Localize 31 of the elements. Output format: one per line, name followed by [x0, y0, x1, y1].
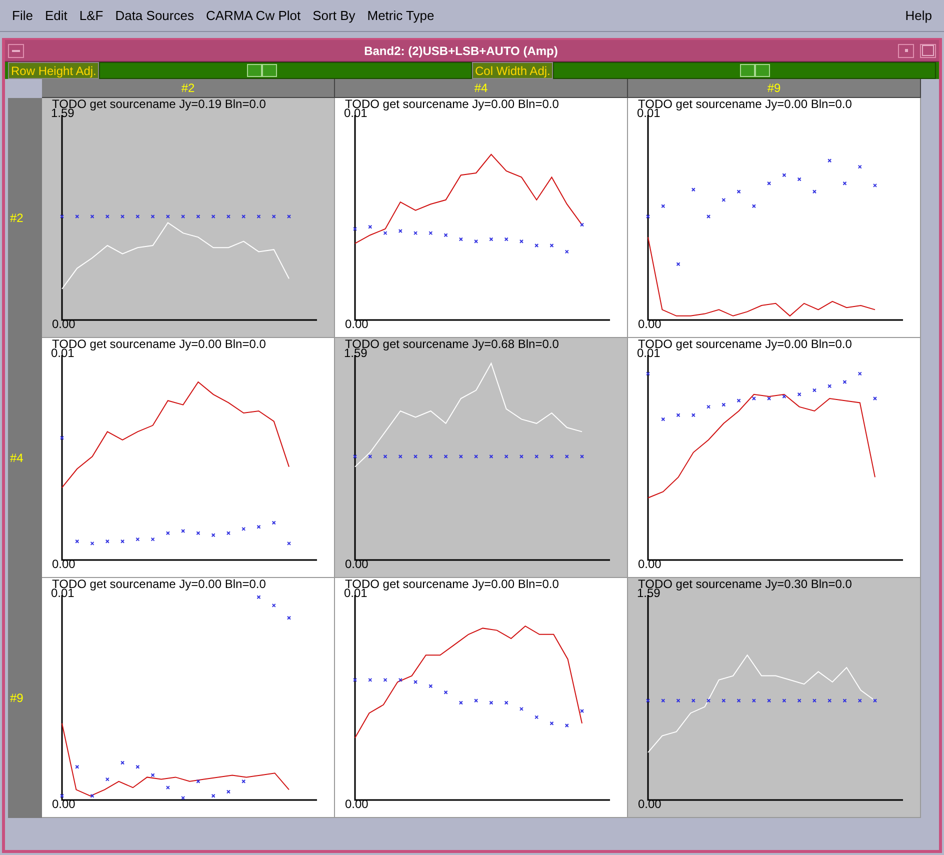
- axis-max-label: 1.59: [637, 587, 660, 600]
- row-header: #2: [8, 98, 42, 338]
- slider-thumb[interactable]: [246, 64, 277, 77]
- slider-label: Row Height Adj.: [8, 62, 100, 79]
- menu-item[interactable]: Metric Type: [361, 8, 440, 23]
- axis-max-label: 0.01: [344, 107, 368, 120]
- menu-item[interactable]: File: [6, 8, 39, 23]
- axis-max-label: 0.01: [51, 347, 74, 360]
- window-menu-button[interactable]: [8, 44, 24, 58]
- menu-item[interactable]: L&F: [73, 8, 110, 23]
- axis-max-label: 0.01: [344, 587, 368, 600]
- minimize-button[interactable]: [898, 44, 914, 58]
- column-header: #9: [628, 79, 921, 98]
- axis-max-label: 0.01: [51, 587, 74, 600]
- slider-thumb[interactable]: [740, 64, 770, 77]
- axis-max-label: 1.59: [344, 347, 368, 360]
- help-menu[interactable]: Help: [899, 8, 938, 23]
- row-header: #4: [8, 338, 42, 578]
- menu-item[interactable]: Data Sources: [109, 8, 200, 23]
- axis-max-label: 0.01: [637, 107, 660, 120]
- axis-max-label: 1.59: [51, 107, 74, 120]
- row-header: #9: [8, 578, 42, 818]
- menu-item[interactable]: Edit: [38, 8, 74, 23]
- maximize-button[interactable]: [920, 44, 936, 58]
- axis-max-label: 0.01: [637, 347, 660, 360]
- window-title: Band2: (2)USB+LSB+AUTO (Amp): [363, 44, 559, 58]
- column-header: #2: [42, 79, 335, 98]
- menu-item[interactable]: CARMA Cw Plot: [200, 8, 307, 23]
- menu-item[interactable]: Sort By: [306, 8, 362, 23]
- slider-label: Col Width Adj.: [472, 62, 554, 79]
- column-header: #4: [335, 79, 628, 98]
